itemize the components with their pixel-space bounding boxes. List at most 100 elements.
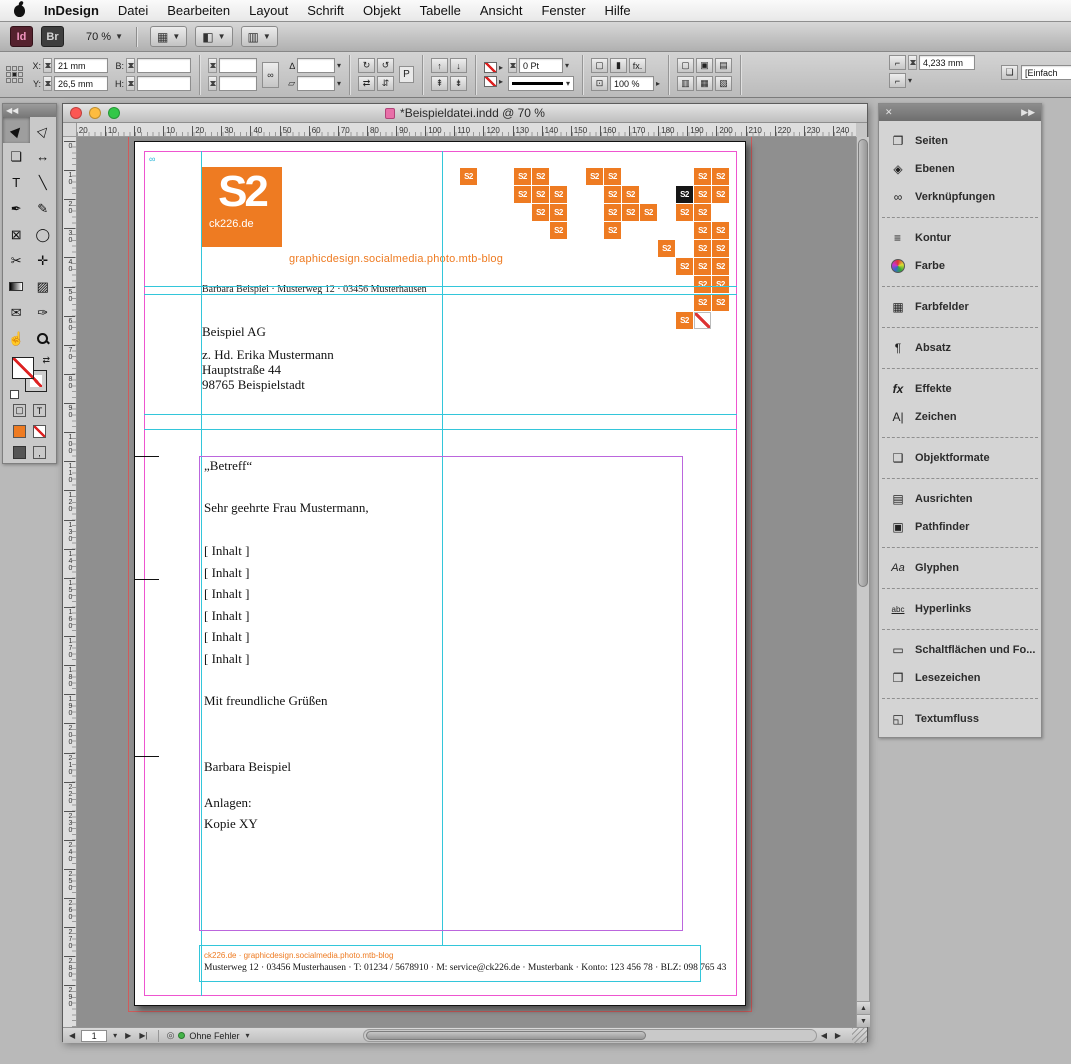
close-icon[interactable]: ✕ [885, 107, 893, 118]
panel-farbfelder[interactable]: ▦Farbfelder [879, 293, 1041, 321]
menu-schrift[interactable]: Schrift [307, 3, 344, 18]
pasteboard[interactable]: ∞ S2 ck226.de graphicdesign.socialmedia.… [77, 137, 856, 1027]
view-options-button[interactable]: ▦ ▼ [150, 26, 187, 47]
direct-selection-tool[interactable]: ▷ [30, 117, 57, 143]
corner-radius-field[interactable]: 4,233 mm [919, 55, 975, 70]
palette-collapse-bar[interactable]: ◀◀ [3, 104, 56, 117]
bridge-button[interactable]: Br [41, 26, 64, 47]
horizontal-ruler[interactable]: 2010010203040506070809010011012013014015… [77, 123, 856, 137]
wrap-bounding-box-button[interactable]: ▣ [696, 58, 713, 73]
flip-horizontal-button[interactable]: ⇄ [358, 76, 375, 91]
line-tool[interactable]: ╲ [30, 169, 57, 195]
preflight-menu-caret[interactable]: ▾ [243, 1031, 251, 1040]
page[interactable]: ∞ S2 ck226.de graphicdesign.socialmedia.… [134, 141, 746, 1006]
preview-mode-button[interactable]: , [33, 446, 46, 459]
stroke-weight-field[interactable]: 0 Pt [519, 58, 563, 73]
letter-body[interactable]: „Betreff“ Sehr geehrte Frau Mustermann, … [204, 458, 684, 848]
object-style-dropdown[interactable]: [Einfach [1021, 65, 1071, 80]
panel-effekte[interactable]: fxEffekte [879, 375, 1041, 403]
panel-ausrichten[interactable]: ▤Ausrichten [879, 485, 1041, 513]
stroke-weight-stepper[interactable] [508, 58, 517, 73]
next-page-button[interactable]: ▶ [123, 1031, 133, 1040]
free-transform-tool[interactable]: ✛ [30, 247, 57, 273]
panel-kontur[interactable]: ≡Kontur [879, 224, 1041, 252]
page-tool[interactable]: ❏ [3, 143, 30, 169]
previous-page-button[interactable]: ◀ [67, 1031, 77, 1040]
screen-mode-button[interactable]: ◧ ▼ [195, 26, 232, 47]
hand-tool[interactable]: ☝ [3, 325, 30, 351]
normal-view-mode-button[interactable] [13, 446, 26, 459]
object-effects-button[interactable]: ▢ [591, 58, 608, 73]
rotate-ccw-button[interactable]: ↺ [377, 58, 394, 73]
chevron-right-icon[interactable]: ▸ [499, 63, 503, 72]
select-next-object-button[interactable]: ⇟ [450, 76, 467, 91]
scale-x-stepper[interactable] [208, 58, 217, 73]
width-stepper[interactable] [126, 58, 135, 73]
chevron-down-icon[interactable]: ▾ [337, 79, 341, 88]
ruler-origin-box[interactable] [63, 123, 77, 137]
scroll-down-button[interactable]: ▼ [857, 1014, 870, 1027]
menu-ansicht[interactable]: Ansicht [480, 3, 523, 18]
resize-grip[interactable] [852, 1028, 867, 1044]
panel-absatz[interactable]: ¶Absatz [879, 334, 1041, 362]
opacity-field[interactable]: 100 % [610, 76, 654, 91]
select-content-button[interactable]: ↓ [450, 58, 467, 73]
stroke-color-swatch[interactable] [484, 62, 497, 73]
gap-tool[interactable]: ↔ [30, 143, 57, 169]
rotate-cw-button[interactable]: ↻ [358, 58, 375, 73]
chevron-right-icon[interactable]: ▸ [656, 79, 660, 88]
page-number-field[interactable]: 1 [81, 1030, 107, 1042]
y-position-field[interactable]: 26,5 mm [54, 76, 108, 91]
formatting-affects-container-button[interactable]: ▢ [13, 404, 26, 417]
height-field[interactable] [137, 76, 191, 91]
y-stepper[interactable] [43, 76, 52, 91]
vertical-scrollbar[interactable]: ▲ ▼ [856, 137, 869, 1027]
horizontal-scroll-thumb[interactable] [366, 1031, 646, 1040]
x-stepper[interactable] [43, 58, 52, 73]
panel-schaltflaechen[interactable]: ▭Schaltflächen und Fo... [879, 636, 1041, 664]
chevron-right-icon[interactable]: ▸ [499, 77, 503, 86]
menu-datei[interactable]: Datei [118, 3, 148, 18]
zoom-tool[interactable] [30, 325, 57, 351]
panel-pathfinder[interactable]: ▣Pathfinder [879, 513, 1041, 541]
select-previous-object-button[interactable]: ⇞ [431, 76, 448, 91]
panel-glyphen[interactable]: AaGlyphen [879, 554, 1041, 582]
wrap-options-button[interactable]: ▧ [715, 76, 732, 91]
wrap-object-shape-button[interactable]: ▤ [715, 58, 732, 73]
note-tool[interactable]: ✉ [3, 299, 30, 325]
panel-seiten[interactable]: ❐Seiten [879, 127, 1041, 155]
gradient-swatch-tool[interactable] [3, 273, 30, 299]
menu-indesign[interactable]: InDesign [44, 3, 99, 18]
corner-shape-dropdown[interactable]: ⌐ [889, 73, 906, 88]
panel-objektformate[interactable]: ❑Objektformate [879, 444, 1041, 472]
x-position-field[interactable]: 21 mm [54, 58, 108, 73]
flip-vertical-button[interactable]: ⇵ [377, 76, 394, 91]
chevron-down-icon[interactable]: ▾ [565, 61, 569, 70]
eyedropper-tool[interactable]: ✑ [30, 299, 57, 325]
menu-layout[interactable]: Layout [249, 3, 288, 18]
ellipse-frame-tool[interactable]: ◯ [30, 221, 57, 247]
wrap-next-column-button[interactable]: ▦ [696, 76, 713, 91]
selection-tool[interactable]: ▶ [3, 117, 30, 143]
rotation-angle-field[interactable] [297, 58, 335, 73]
panel-lesezeichen[interactable]: ❒Lesezeichen [879, 664, 1041, 692]
select-container-button[interactable]: ↑ [431, 58, 448, 73]
apply-color-button[interactable] [13, 425, 26, 438]
default-fill-stroke-icon[interactable] [10, 390, 19, 399]
gradient-feather-tool[interactable]: ▨ [30, 273, 57, 299]
scale-y-stepper[interactable] [208, 76, 217, 91]
swap-fill-stroke-icon[interactable]: ⇄ [42, 355, 50, 366]
apple-menu-icon[interactable] [14, 5, 25, 17]
panel-zeichen[interactable]: A|Zeichen [879, 403, 1041, 431]
shear-angle-field[interactable] [297, 76, 335, 91]
scale-y-field[interactable] [219, 76, 257, 91]
reference-point-proxy[interactable] [6, 66, 23, 83]
drop-shadow-button[interactable]: ▮ [610, 58, 627, 73]
dock-header[interactable]: ✕ ▶▶ [879, 104, 1041, 121]
scroll-right-button[interactable]: ▶ [833, 1031, 843, 1040]
width-field[interactable] [137, 58, 191, 73]
formatting-affects-text-button[interactable]: T [33, 404, 46, 417]
pencil-tool[interactable]: ✎ [30, 195, 57, 221]
type-tool[interactable]: T [3, 169, 30, 195]
company-logo[interactable]: S2 ck226.de [202, 167, 282, 247]
